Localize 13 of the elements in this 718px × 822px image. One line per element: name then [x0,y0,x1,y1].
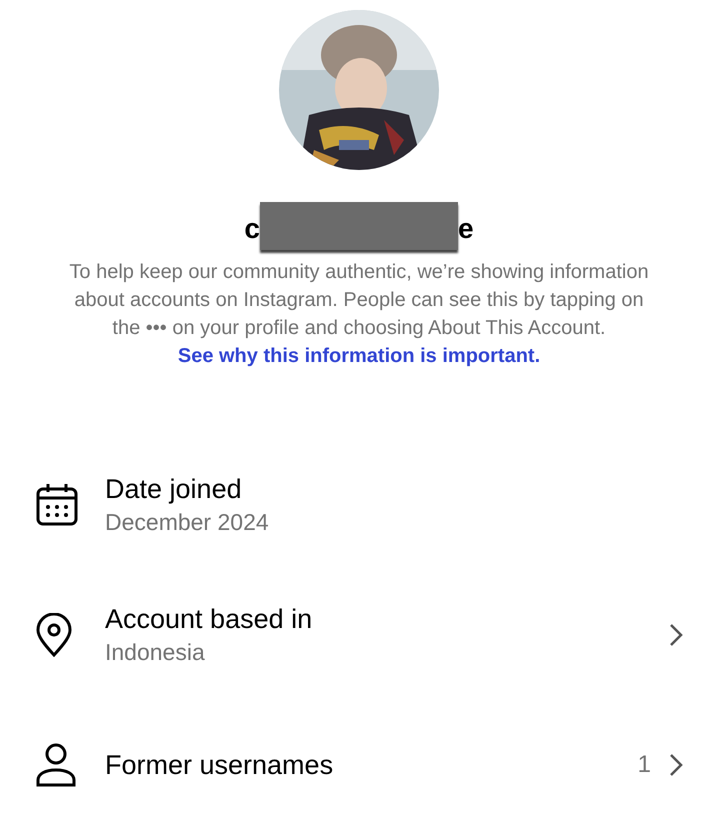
row-title: Former usernames [105,749,334,782]
row-value: December 2024 [105,508,270,537]
location-pin-icon [35,613,73,657]
row-value: Indonesia [105,638,206,667]
calendar-icon [35,483,79,527]
person-icon [35,743,77,787]
username-fragment: e [458,212,474,246]
row-title: Account based in [105,603,314,636]
username-fragment: c [244,212,260,246]
count-text: 1 [638,750,651,780]
info-text: To help keep our community authentic, we’re showing information about accounts on Instagram. People can see this by tapping on the ••• on your profile and choosing About This Account. See why this information is important. [68,260,650,369]
see-why-link[interactable]: See why this information is important. [178,345,540,367]
row-title: Date joined [105,473,243,506]
